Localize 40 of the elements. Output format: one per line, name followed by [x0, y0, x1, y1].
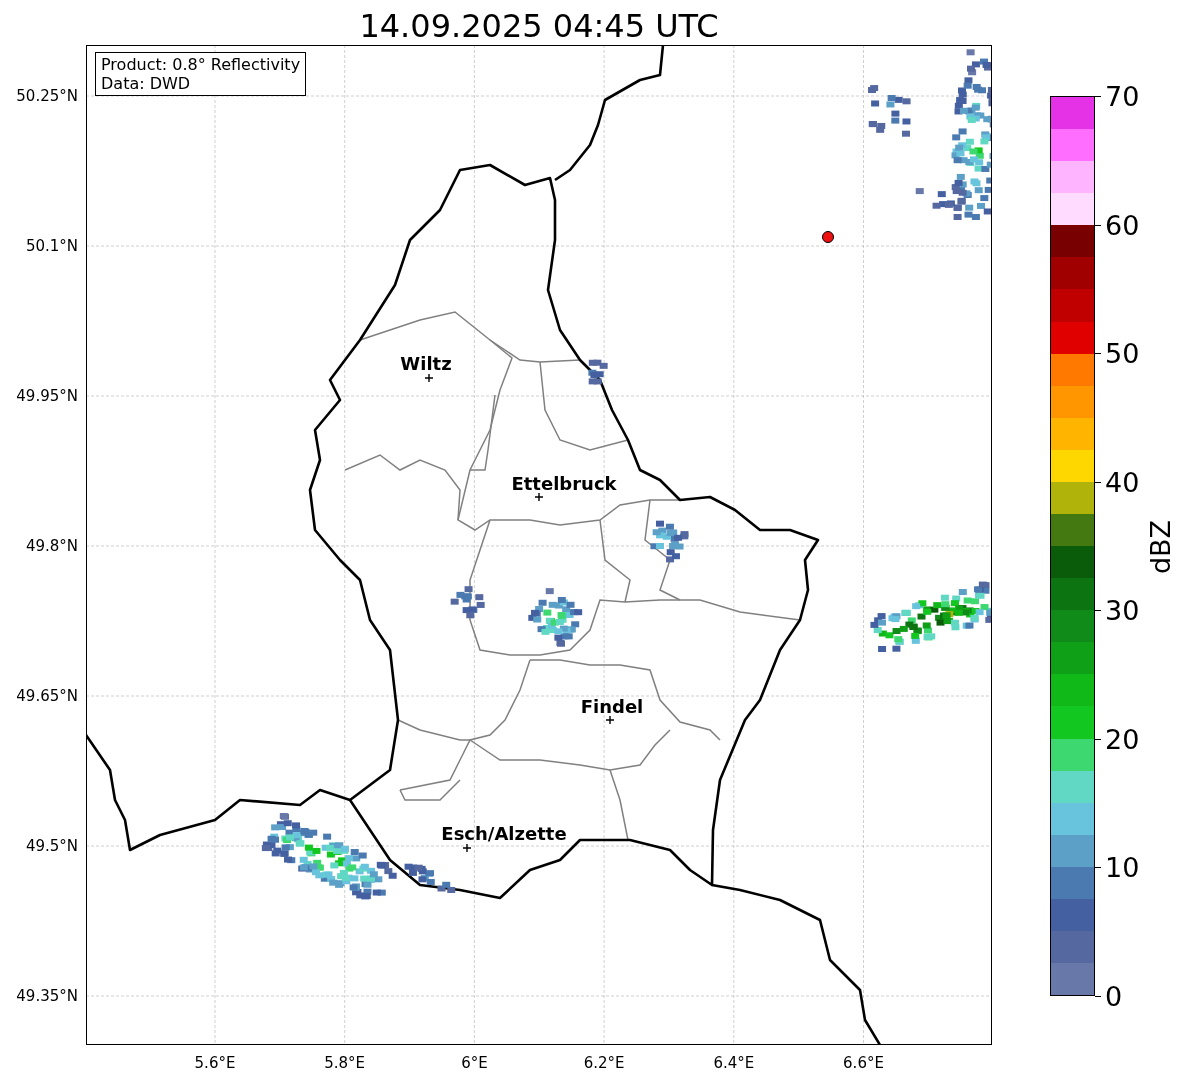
longitude-tick-label: 6.2°E: [583, 1054, 625, 1072]
latitude-tick-label: 49.65°N: [16, 687, 78, 705]
longitude-tick-label: 5.8°E: [324, 1054, 366, 1072]
latitude-tick-label: 50.1°N: [25, 237, 78, 255]
city-label: Ettelbruck: [511, 472, 617, 494]
colorbar-tick-label: 50: [1105, 337, 1140, 369]
city-label: Esch/Alzette: [441, 822, 567, 844]
city-label: Wiltz: [400, 352, 452, 374]
radar-echo-drawing: [588, 359, 608, 385]
latitude-tick-label: 49.8°N: [25, 537, 78, 555]
radar-echo-drawing: [528, 588, 583, 647]
radar-site-marker: [822, 231, 834, 243]
radar-echo-drawing: [868, 85, 911, 137]
latitude-tick-label: 49.5°N: [25, 837, 78, 855]
colorbar-label: dBZ: [1144, 519, 1176, 575]
city-marker-icon: [534, 492, 544, 502]
colorbar-tick-label: 10: [1105, 851, 1140, 883]
latitude-tick-label: 50.25°N: [16, 87, 78, 105]
colorbar-tick-label: 20: [1105, 723, 1140, 755]
info-text: Data: DWD: [101, 74, 192, 93]
radar-echo-drawing: [404, 863, 456, 893]
city-marker-icon: [424, 373, 434, 383]
colorbar-tick-label: 30: [1105, 594, 1140, 626]
colorbar-tick-label: 40: [1105, 466, 1140, 498]
radar-echo-drawing: [450, 586, 485, 619]
info-text: Product: 0.8° Reflectivity: [101, 55, 301, 74]
longitude-tick-label: 5.6°E: [194, 1054, 236, 1072]
longitude-tick-label: 6°E: [461, 1054, 488, 1072]
longitude-tick-label: 6.6°E: [843, 1054, 884, 1072]
city-label: Findel: [580, 695, 644, 717]
longitude-tick-label: 6.4°E: [713, 1054, 755, 1072]
city-marker-icon: [605, 715, 615, 725]
latitude-tick-label: 49.35°N: [16, 987, 78, 1005]
radar-echo-drawing: [650, 520, 689, 563]
latitude-tick-label: 49.95°N: [16, 387, 78, 405]
chart-title: 14.09.2025 04:45 UTC: [358, 6, 720, 45]
colorbar-tick-label: 70: [1105, 80, 1140, 112]
city-marker-icon: [462, 843, 472, 853]
colorbar-tick-label: 0: [1105, 980, 1123, 1012]
colorbar-tick-label: 60: [1105, 209, 1140, 241]
